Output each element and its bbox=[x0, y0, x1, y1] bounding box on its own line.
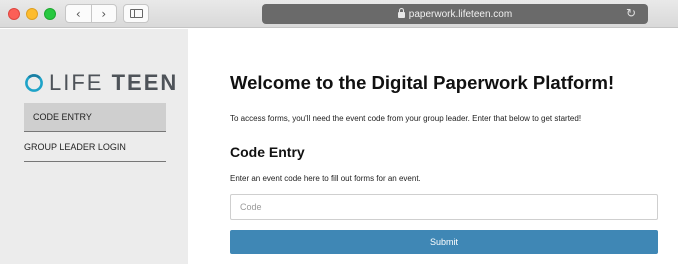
section-title: Code Entry bbox=[230, 144, 305, 160]
sidebar-item-group-leader-login[interactable]: GROUP LEADER LOGIN bbox=[24, 140, 166, 162]
code-input[interactable] bbox=[230, 194, 658, 220]
submit-button[interactable]: Submit bbox=[230, 230, 658, 254]
history-buttons: ‹ › bbox=[65, 4, 117, 23]
address-bar[interactable]: paperwork.lifeteen.com ↻ bbox=[262, 4, 648, 24]
page-title: Welcome to the Digital Paperwork Platfor… bbox=[230, 72, 615, 93]
sidebar-toggle-button[interactable] bbox=[123, 4, 149, 23]
reload-icon[interactable]: ↻ bbox=[626, 6, 636, 20]
browser-toolbar: ‹ › paperwork.lifeteen.com ↻ bbox=[0, 0, 678, 28]
close-window-button[interactable] bbox=[8, 8, 20, 20]
life-teen-logo[interactable]: LIFE TEEN bbox=[24, 70, 179, 95]
url-text: paperwork.lifeteen.com bbox=[408, 8, 513, 20]
sidebar: LIFE TEEN CODE ENTRY GROUP LEADER LOGIN bbox=[0, 29, 188, 264]
sidebar-toggle-icon bbox=[129, 9, 143, 18]
code-hint-text: Enter an event code here to fill out for… bbox=[230, 174, 421, 183]
sidebar-item-code-entry[interactable]: CODE ENTRY bbox=[24, 103, 166, 132]
zoom-window-button[interactable] bbox=[44, 8, 56, 20]
intro-text: To access forms, you'll need the event c… bbox=[230, 114, 582, 123]
logo-ring-icon bbox=[25, 74, 43, 92]
forward-icon[interactable]: › bbox=[92, 5, 117, 22]
logo-wordmark: LIFE TEEN bbox=[49, 70, 179, 95]
logo-word-teen: TEEN bbox=[111, 70, 179, 95]
minimize-window-button[interactable] bbox=[26, 8, 38, 20]
lock-icon bbox=[397, 8, 405, 18]
back-icon[interactable]: ‹ bbox=[66, 5, 92, 22]
logo-word-life: LIFE bbox=[49, 70, 104, 95]
